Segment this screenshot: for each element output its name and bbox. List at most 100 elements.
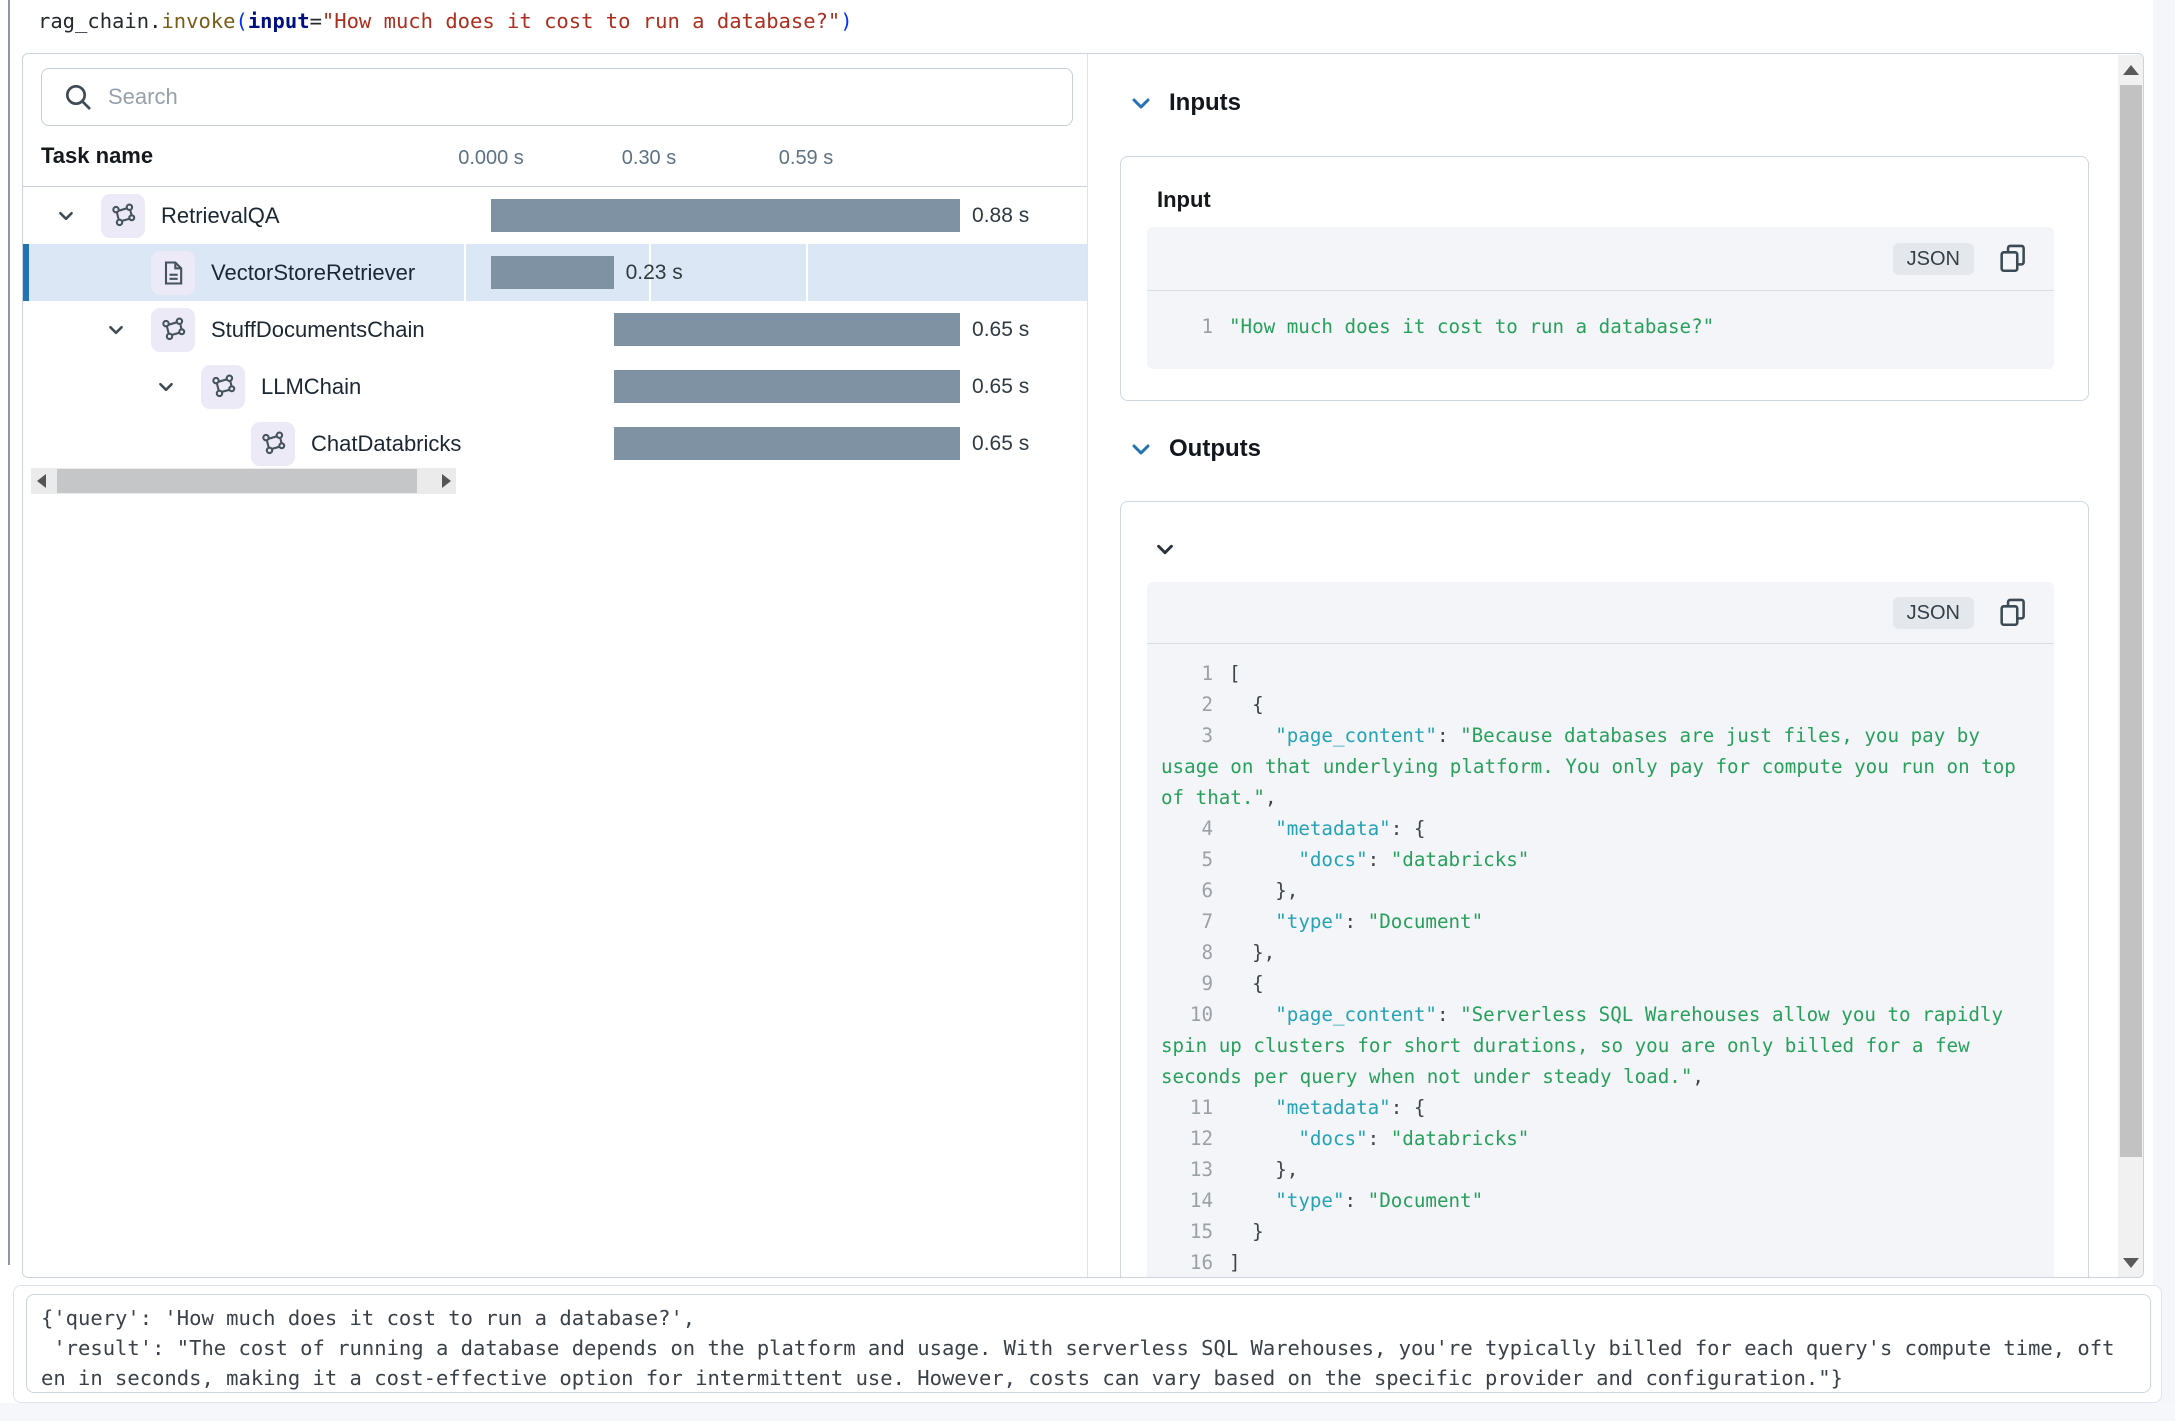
task-row-RetrievalQA[interactable]: RetrievalQA0.88 s	[23, 187, 1087, 244]
line-number: 13	[1161, 1154, 1213, 1185]
code-line: 9 {	[1161, 968, 2040, 999]
trace-panel: Search Task name 0.000 s0.30 s0.59 s Ret…	[22, 53, 2144, 1278]
task-tree: RetrievalQA0.88 sVectorStoreRetriever0.2…	[23, 187, 1087, 472]
chevron-down-icon[interactable]	[1129, 437, 1153, 461]
code-token: (	[236, 9, 248, 33]
result-output-text: {'query': 'How much does it cost to run …	[41, 1303, 2136, 1393]
inputs-title: Inputs	[1169, 89, 1241, 117]
page-background-strip-bottom	[0, 1403, 2175, 1421]
scroll-right-button[interactable]	[436, 468, 456, 494]
trace-ui-screen: rag_chain.invoke(input="How much does it…	[0, 0, 2175, 1421]
vertical-scrollbar[interactable]	[2118, 55, 2144, 1278]
code-token: :	[1368, 1127, 1391, 1150]
code-line: 5 "docs": "databricks"	[1161, 844, 2040, 875]
line-number: 11	[1161, 1092, 1213, 1123]
output-card: JSON 1[2 {3 "page_content": "Because dat…	[1120, 501, 2089, 1278]
input-code-block: JSON 1 "How much does it cost to run a da…	[1147, 227, 2054, 369]
line-number: 12	[1161, 1123, 1213, 1154]
code-line: 4 "metadata": {	[1161, 813, 2040, 844]
code-token: "metadata"	[1275, 817, 1391, 840]
task-row-StuffDocumentsChain[interactable]: StuffDocumentsChain0.65 s	[23, 301, 1087, 358]
page-background-strip	[2153, 0, 2175, 1421]
inputs-section-header[interactable]: Inputs	[1129, 89, 1241, 117]
copy-icon[interactable]	[1996, 595, 2030, 634]
chevron-down-icon[interactable]	[1129, 91, 1153, 115]
triangle-down-icon	[2123, 1258, 2139, 1268]
code-token: [	[1229, 662, 1241, 685]
code-token: {	[1229, 693, 1264, 716]
code-token: :	[1345, 910, 1368, 933]
duration-bar	[614, 313, 960, 346]
line-number: 1	[1161, 311, 1213, 342]
code-token: },	[1229, 941, 1275, 964]
code-token: "How much does it cost to run a database…	[1229, 315, 1714, 338]
code-token	[1229, 1189, 1275, 1212]
code-token	[1229, 1096, 1275, 1119]
result-output-box: {'query': 'How much does it cost to run …	[26, 1294, 2151, 1393]
task-row-ChatDatabricks[interactable]: ChatDatabricks 0.65 s	[23, 415, 1087, 472]
task-name-label: RetrievalQA	[161, 203, 280, 229]
code-token: ,	[1265, 786, 1277, 809]
chain-icon	[201, 365, 245, 409]
duration-label: 0.65 s	[972, 415, 1029, 472]
panel-divider	[1087, 54, 1088, 1278]
code-token: )	[840, 9, 852, 33]
line-number: 3	[1161, 720, 1213, 751]
scroll-left-button[interactable]	[31, 468, 51, 494]
duration-label: 0.65 s	[972, 358, 1029, 415]
task-name-label: LLMChain	[261, 374, 361, 400]
code-token: "databricks"	[1391, 848, 1530, 871]
code-token: rag_chain	[38, 9, 149, 33]
code-token: "Document"	[1368, 910, 1484, 933]
outputs-title: Outputs	[1169, 435, 1261, 463]
duration-bar	[614, 370, 960, 403]
task-name-column-header: Task name	[41, 143, 153, 169]
code-token: :	[1437, 724, 1460, 747]
outputs-section-header[interactable]: Outputs	[1129, 435, 1261, 463]
chevron-down-icon[interactable]	[157, 378, 201, 396]
code-token: .	[149, 9, 161, 33]
search-input[interactable]: Search	[41, 68, 1073, 126]
horizontal-scrollbar-thumb[interactable]	[57, 469, 417, 493]
horizontal-scrollbar[interactable]	[31, 468, 456, 494]
vertical-scrollbar-thumb[interactable]	[2120, 85, 2142, 1157]
code-token	[1229, 1127, 1298, 1150]
line-number: 14	[1161, 1185, 1213, 1216]
code-line: 15 }	[1161, 1216, 2040, 1247]
json-format-button[interactable]: JSON	[1893, 243, 1974, 275]
code-token	[1229, 1003, 1275, 1026]
collapse-output-chevron[interactable]	[1154, 538, 1176, 565]
code-line: 7 "type": "Document"	[1161, 906, 2040, 937]
code-line: 1[	[1161, 658, 2040, 689]
task-name-cell: RetrievalQA	[23, 187, 464, 244]
chevron-down-icon[interactable]	[107, 321, 151, 339]
code-token: :	[1368, 848, 1391, 871]
task-name-cell: LLMChain	[23, 358, 464, 415]
code-token: "docs"	[1298, 848, 1367, 871]
scroll-up-button[interactable]	[2118, 57, 2144, 83]
code-line: 12 "docs": "databricks"	[1161, 1123, 2040, 1154]
code-token: "page_content"	[1275, 1003, 1437, 1026]
timeline-tick-label: 0.59 s	[779, 147, 833, 170]
code-line: 16]	[1161, 1247, 2040, 1278]
chevron-down-icon	[1154, 538, 1176, 560]
timeline-tick-label: 0.000 s	[458, 147, 524, 170]
line-number: 8	[1161, 937, 1213, 968]
code-token: "page_content"	[1275, 724, 1437, 747]
code-token: :	[1345, 1189, 1368, 1212]
json-format-button[interactable]: JSON	[1893, 597, 1974, 629]
code-token: "Document"	[1368, 1189, 1484, 1212]
chain-icon	[151, 308, 195, 352]
task-name-label: ChatDatabricks	[311, 431, 461, 457]
chevron-down-icon[interactable]	[57, 207, 101, 225]
line-number: 9	[1161, 968, 1213, 999]
task-row-VectorStoreRetriever[interactable]: VectorStoreRetriever0.23 s	[23, 244, 1087, 301]
code-token	[1229, 817, 1275, 840]
scroll-down-button[interactable]	[2118, 1250, 2144, 1276]
task-row-LLMChain[interactable]: LLMChain 0.65 s	[23, 358, 1087, 415]
timeline-gridline	[806, 244, 808, 301]
line-number: 1	[1161, 658, 1213, 689]
copy-icon[interactable]	[1996, 241, 2030, 280]
code-token: "How much does it cost to run a database…	[322, 9, 840, 33]
output-json-content: 1[2 {3 "page_content": "Because database…	[1147, 644, 2054, 1278]
